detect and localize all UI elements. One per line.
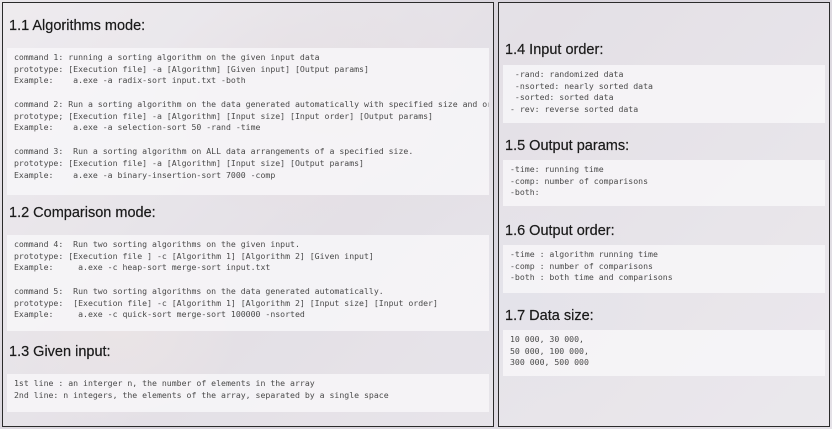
output-order-code-block: -time : algorithm running time -comp : nu… <box>503 245 825 293</box>
output-params-code-block: -time: running time -comp: number of comp… <box>503 160 825 206</box>
code-line: prototype: [Execution file ] -c [Algorit… <box>14 250 374 261</box>
code-line: Example: a.exe -a selection-sort 50 -ran… <box>14 122 261 133</box>
code-line: prototype: [Execution file] -a [Algorith… <box>14 63 369 74</box>
comparison-mode-code-block: command 4: Run two sorting algorithms on… <box>7 235 489 331</box>
code-line: command 4: Run two sorting algorithms on… <box>14 239 300 249</box>
data-size-code-block: 10 000, 30 000, 50 000, 100 000, 300 000, … <box>503 330 825 376</box>
code-line: Example: a.exe -a binary-insertion-sort … <box>14 169 276 180</box>
code-line: -rand: randomized data <box>510 69 624 79</box>
code-line: command 3: Run a sorting algorithm on AL… <box>14 146 414 157</box>
section-title-data-size: 1.7 Data size: <box>505 308 594 324</box>
input-order-code-block: -rand: randomized data -nsorted: nearly … <box>503 65 825 123</box>
right-panel: 1.4 Input order: -rand: randomized data … <box>498 2 830 427</box>
code-line: prototype; [Execution file] -a [Algorith… <box>14 110 433 121</box>
code-line: command 1: running a sorting algorithm o… <box>14 52 320 62</box>
code-line: -both: <box>510 187 540 198</box>
section-title-output-order: 1.6 Output order: <box>505 223 615 239</box>
code-line: -time: running time <box>510 164 604 174</box>
code-line: Example: a.exe -c quick-sort merge-sort … <box>14 309 305 320</box>
section-title-algorithms-mode: 1.1 Algorithms mode: <box>9 18 146 34</box>
code-line: -comp: number of comparisons <box>510 175 649 186</box>
code-line: - rev: reverse sorted data <box>510 104 639 115</box>
code-line: prototype: [Execution file] -c [Algorith… <box>14 297 438 308</box>
code-line: 300 000, 500 000 <box>510 357 589 368</box>
code-line: Example: a.exe -a radix-sort input.txt -… <box>14 75 246 86</box>
code-line: -nsorted: nearly sorted data <box>510 80 653 91</box>
section-title-comparison-mode: 1.2 Comparison mode: <box>9 205 156 221</box>
algorithms-mode-code-block: command 1: running a sorting algorithm o… <box>7 48 489 195</box>
code-line: command 5: Run two sorting algorithms on… <box>14 286 384 297</box>
code-line: -comp : number of comparisons <box>510 260 653 271</box>
code-line: -time : algorithm running time <box>510 249 658 259</box>
left-panel: 1.1 Algorithms mode: command 1: running … <box>2 2 494 427</box>
section-title-output-params: 1.5 Output params: <box>505 138 630 154</box>
code-line: 2nd line: n integers, the elements of th… <box>14 389 389 400</box>
code-line: prototype: [Execution file] -a [Algorith… <box>14 157 364 168</box>
code-line: -sorted: sorted data <box>510 92 614 103</box>
code-line: command 2: Run a sorting algorithm on th… <box>14 99 489 110</box>
code-line: Example: a.exe -c heap-sort merge-sort i… <box>14 262 271 273</box>
code-line: 10 000, 30 000, <box>510 334 584 344</box>
code-line: 1st line : an interger n, the number of … <box>14 378 315 388</box>
section-title-input-order: 1.4 Input order: <box>505 42 604 58</box>
section-title-given-input: 1.3 Given input: <box>9 344 111 360</box>
code-line: 50 000, 100 000, <box>510 345 589 356</box>
code-line: -both : both time and comparisons <box>510 272 673 283</box>
given-input-code-block: 1st line : an interger n, the number of … <box>7 374 489 412</box>
